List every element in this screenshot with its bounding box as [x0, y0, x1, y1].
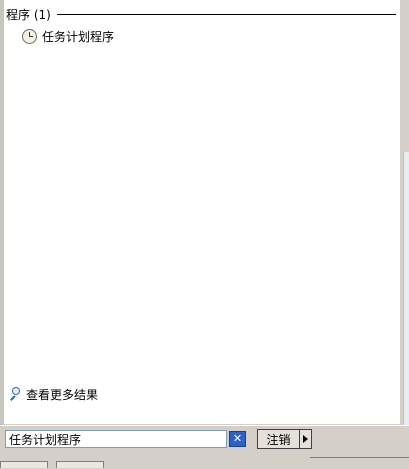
close-icon: ✕	[232, 432, 243, 445]
result-item-task-scheduler[interactable]: 任务计划程序	[22, 27, 114, 45]
search-input-value: 任务计划程序	[9, 432, 82, 447]
logoff-label: 注销	[266, 432, 291, 447]
see-more-results-link[interactable]: 查看更多结果	[8, 386, 98, 402]
magnifier-icon	[8, 387, 22, 401]
search-input[interactable]: 任务计划程序	[5, 430, 227, 448]
logoff-button[interactable]: 注销	[257, 429, 299, 449]
taskbar-button[interactable]	[0, 461, 48, 468]
group-title: 程序 (1)	[6, 7, 51, 22]
group-header-programs: 程序 (1)	[6, 6, 396, 22]
clock-icon	[22, 28, 37, 44]
search-results-panel	[4, 0, 400, 424]
clear-search-button[interactable]: ✕	[229, 431, 246, 447]
taskbar-button[interactable]	[56, 461, 104, 468]
see-more-results-label: 查看更多结果	[26, 387, 99, 402]
right-edge	[400, 0, 409, 468]
shutdown-options-button[interactable]	[299, 429, 312, 449]
result-item-label: 任务计划程序	[42, 29, 115, 44]
bottom-divider	[310, 457, 409, 458]
background-window-edge	[403, 152, 409, 426]
group-divider	[56, 14, 396, 15]
